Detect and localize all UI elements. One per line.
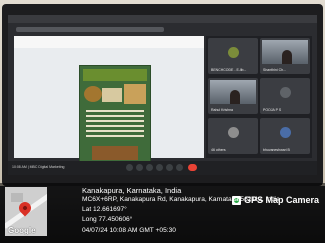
laptop-screen: BENCHCODE - E-lib... Shanthini Ch... Rah… [8,15,317,175]
slide-image [84,86,102,102]
slide-text-block [86,110,144,140]
participant-name: POOJA P S [263,108,282,112]
location-title: Kanakapura, Karnataka, India [82,186,182,195]
datetime-line: 04/07/24 10:08 AM GMT +05:30 [82,227,176,234]
avatar [280,127,291,138]
latitude-line: Lat 12.661697° [82,206,127,213]
slide-footer-band [92,146,138,160]
camera-button[interactable] [136,164,143,171]
participant-tile[interactable]: BENCHCODE - E-lib... [208,38,258,74]
poster-slide [79,65,151,167]
person [230,90,240,104]
camera-feed [262,40,308,64]
participant-tile[interactable]: bhuvaneshwari B [260,118,310,154]
longitude-line: Long 77.450606° [82,216,133,223]
presentation-header [14,36,204,48]
map-provider-label: Google [8,226,36,235]
mic-button[interactable] [126,164,133,171]
reactions-button[interactable] [156,164,163,171]
pin-center [22,205,28,211]
person [282,50,292,64]
leave-call-button[interactable] [188,164,197,171]
photo-scene: BENCHCODE - E-lib... Shanthini Ch... Rah… [0,0,325,243]
avatar [280,87,291,98]
browser-address-bar [16,27,164,32]
address-line: MC6X+6RP, Kanakapura Rd, Kanakapura, Kar… [82,196,280,203]
participant-name: Rahul Krishna [211,108,233,112]
captions-button[interactable] [146,164,153,171]
participant-name: Shanthini Ch... [263,68,286,72]
participant-tile[interactable]: Shanthini Ch... [260,38,310,74]
participant-name: bhuvaneshwari B [263,148,290,152]
slide-title-band [83,69,147,81]
meeting-info: 10:08 AM | MBC Digital Marketing [12,165,65,169]
slide-image [124,84,146,104]
participant-grid: BENCHCODE - E-lib... Shanthini Ch... Rah… [206,36,312,158]
browser-tab-bar [8,15,317,23]
camera-feed [210,80,256,104]
participant-tile[interactable]: 46 others [208,118,258,154]
present-button[interactable] [166,164,173,171]
participant-name: BENCHCODE - E-lib... [211,68,247,72]
shared-presentation [14,36,204,167]
avatar [228,127,239,138]
avatar [228,47,239,58]
slide-image [102,88,122,102]
map-building [11,193,23,202]
more-options-button[interactable] [176,164,183,171]
participant-tile[interactable]: POOJA P S [260,78,310,114]
participant-tile[interactable]: Rahul Krishna [208,78,258,114]
participant-name: 46 others [211,148,226,152]
